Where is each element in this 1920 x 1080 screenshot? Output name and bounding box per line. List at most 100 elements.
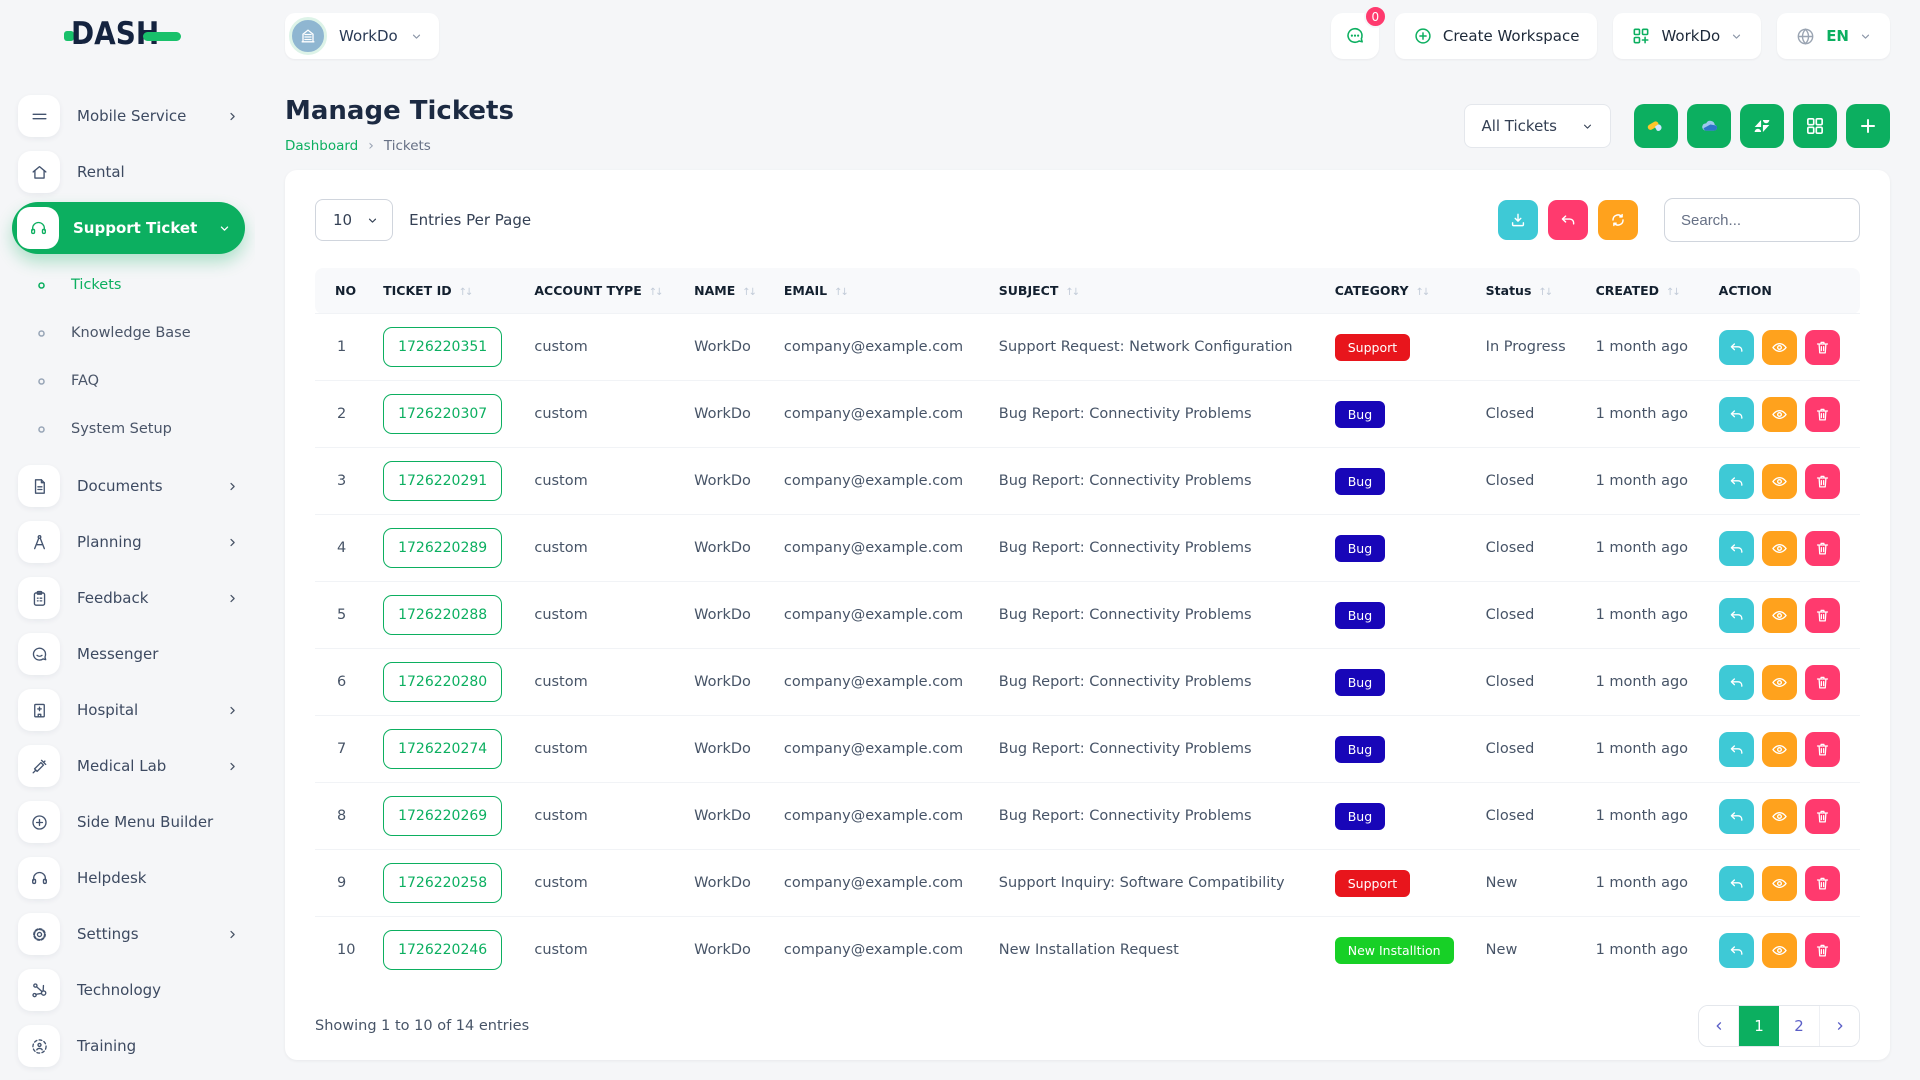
delete-ticket-button[interactable]	[1805, 665, 1840, 700]
view-ticket-button[interactable]	[1762, 598, 1797, 633]
view-ticket-button[interactable]	[1762, 732, 1797, 767]
column-header-category[interactable]: CATEGORY↑↓	[1323, 268, 1474, 314]
dot-icon	[36, 424, 47, 435]
sidebar-item-helpdesk[interactable]: Helpdesk	[18, 850, 249, 906]
reply-ticket-button[interactable]	[1719, 531, 1754, 566]
sort-icon[interactable]: ↑↓	[1416, 287, 1429, 298]
sidebar-subitem-tickets[interactable]: Tickets	[26, 261, 249, 309]
language-selector[interactable]: EN	[1777, 13, 1890, 59]
reply-ticket-button[interactable]	[1719, 866, 1754, 901]
delete-ticket-button[interactable]	[1805, 732, 1840, 767]
sort-icon[interactable]: ↑↓	[834, 287, 847, 298]
delete-ticket-button[interactable]	[1805, 397, 1840, 432]
column-header-created[interactable]: CREATED↑↓	[1584, 268, 1707, 314]
view-ticket-button[interactable]	[1762, 397, 1797, 432]
sidebar-item-rental[interactable]: Rental	[18, 144, 249, 200]
delete-ticket-button[interactable]	[1805, 799, 1840, 834]
category-badge: Support	[1335, 870, 1410, 897]
next-page-button[interactable]	[1819, 1006, 1859, 1046]
ticket-id-button[interactable]: 1726220291	[383, 461, 502, 501]
reset-button[interactable]	[1548, 200, 1588, 240]
sidebar-item-mobile-service[interactable]: Mobile Service	[18, 88, 249, 144]
sort-icon[interactable]: ↑↓	[1666, 287, 1679, 298]
sort-icon[interactable]: ↑↓	[649, 287, 662, 298]
reply-ticket-button[interactable]	[1719, 330, 1754, 365]
page-button-1[interactable]: 1	[1739, 1006, 1779, 1046]
sidebar-item-documents[interactable]: Documents	[18, 458, 249, 514]
view-ticket-button[interactable]	[1762, 531, 1797, 566]
sidebar-subitem-faq[interactable]: FAQ	[26, 357, 249, 405]
breadcrumb-dashboard-link[interactable]: Dashboard	[285, 138, 358, 154]
view-ticket-button[interactable]	[1762, 665, 1797, 700]
delete-ticket-button[interactable]	[1805, 330, 1840, 365]
onedrive-button[interactable]	[1687, 104, 1731, 148]
sidebar-item-settings[interactable]: Settings	[18, 906, 249, 962]
sidebar-item-medical-lab[interactable]: Medical Lab	[18, 738, 249, 794]
main-content: Manage Tickets Dashboard › Tickets All T…	[255, 72, 1920, 1080]
delete-ticket-button[interactable]	[1805, 531, 1840, 566]
sort-icon[interactable]: ↑↓	[459, 287, 472, 298]
column-header-ticket-id[interactable]: TICKET ID↑↓	[371, 268, 522, 314]
entries-per-page-select[interactable]: 10	[315, 199, 393, 241]
sort-icon[interactable]: ↑↓	[1065, 287, 1078, 298]
sidebar-item-messenger[interactable]: Messenger	[18, 626, 249, 682]
adsense-button[interactable]	[1634, 104, 1678, 148]
view-ticket-button[interactable]	[1762, 464, 1797, 499]
delete-ticket-button[interactable]	[1805, 598, 1840, 633]
ticket-id-button[interactable]: 1726220307	[383, 394, 502, 434]
grid-view-button[interactable]	[1793, 104, 1837, 148]
zendesk-button[interactable]	[1740, 104, 1784, 148]
refresh-button[interactable]	[1598, 200, 1638, 240]
reply-ticket-button[interactable]	[1719, 732, 1754, 767]
view-ticket-button[interactable]	[1762, 933, 1797, 968]
headset-icon	[17, 207, 59, 249]
reply-ticket-button[interactable]	[1719, 799, 1754, 834]
delete-ticket-button[interactable]	[1805, 866, 1840, 901]
sidebar-item-hospital[interactable]: Hospital	[18, 682, 249, 738]
column-header-status[interactable]: Status↑↓	[1474, 268, 1584, 314]
ticket-id-button[interactable]: 1726220288	[383, 595, 502, 635]
previous-page-button[interactable]	[1699, 1006, 1739, 1046]
sidebar-item-training[interactable]: Training	[18, 1018, 249, 1074]
reply-ticket-button[interactable]	[1719, 665, 1754, 700]
ticket-id-button[interactable]: 1726220289	[383, 528, 502, 568]
reply-ticket-button[interactable]	[1719, 598, 1754, 633]
page-button-2[interactable]: 2	[1779, 1006, 1819, 1046]
view-ticket-button[interactable]	[1762, 866, 1797, 901]
view-ticket-button[interactable]	[1762, 330, 1797, 365]
delete-ticket-button[interactable]	[1805, 933, 1840, 968]
ticket-id-button[interactable]: 1726220269	[383, 796, 502, 836]
ticket-id-button[interactable]: 1726220246	[383, 930, 502, 970]
sidebar-subitem-system-setup[interactable]: System Setup	[26, 405, 249, 453]
view-ticket-button[interactable]	[1762, 799, 1797, 834]
sort-icon[interactable]: ↑↓	[1538, 287, 1551, 298]
create-workspace-button[interactable]: Create Workspace	[1395, 13, 1598, 59]
sidebar-item-feedback[interactable]: Feedback	[18, 570, 249, 626]
ticket-filter-dropdown[interactable]: All Tickets	[1464, 104, 1611, 148]
ticket-id-button[interactable]: 1726220258	[383, 863, 502, 903]
workspace-selector[interactable]: WorkDo	[285, 13, 439, 59]
column-header-account-type[interactable]: ACCOUNT TYPE↑↓	[522, 268, 682, 314]
delete-ticket-button[interactable]	[1805, 464, 1840, 499]
sidebar-subitem-knowledge-base[interactable]: Knowledge Base	[26, 309, 249, 357]
chat-button[interactable]: 0	[1331, 13, 1379, 59]
sort-icon[interactable]: ↑↓	[742, 287, 755, 298]
add-ticket-button[interactable]	[1846, 104, 1890, 148]
ticket-id-button[interactable]: 1726220351	[383, 327, 502, 367]
apps-menu-button[interactable]: WorkDo	[1613, 13, 1761, 59]
sidebar-item-side-menu-builder[interactable]: Side Menu Builder	[18, 794, 249, 850]
column-header-name[interactable]: NAME↑↓	[682, 268, 772, 314]
reply-ticket-button[interactable]	[1719, 397, 1754, 432]
sidebar-item-technology[interactable]: Technology	[18, 962, 249, 1018]
search-input[interactable]	[1664, 198, 1860, 242]
export-button[interactable]	[1498, 200, 1538, 240]
ticket-id-button[interactable]: 1726220274	[383, 729, 502, 769]
sidebar-item-support-ticket[interactable]: Support Ticket	[12, 202, 245, 254]
sidebar-item-planning[interactable]: Planning	[18, 514, 249, 570]
column-header-email[interactable]: EMAIL↑↓	[772, 268, 987, 314]
app-logo[interactable]: DASH	[64, 16, 181, 52]
reply-ticket-button[interactable]	[1719, 933, 1754, 968]
reply-ticket-button[interactable]	[1719, 464, 1754, 499]
column-header-subject[interactable]: SUBJECT↑↓	[987, 268, 1323, 314]
ticket-id-button[interactable]: 1726220280	[383, 662, 502, 702]
